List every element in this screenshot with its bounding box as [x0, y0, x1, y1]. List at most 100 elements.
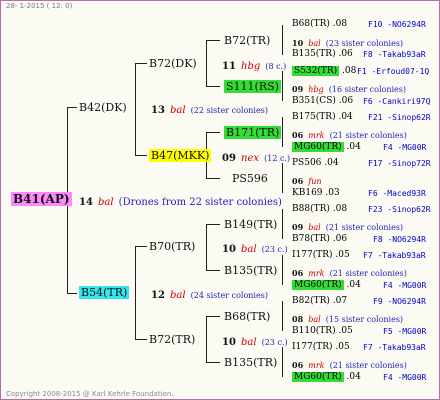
leaf-id-link[interactable]: F8 -Takab93aR	[363, 48, 426, 61]
leaf-value: .05	[335, 250, 350, 260]
leaf-colony[interactable]: B82(TR)	[292, 296, 330, 306]
l3-note: (21 sister colonies)	[329, 361, 407, 370]
l2-note: (12 c.)	[264, 154, 291, 163]
sire-bottom-count: 12	[151, 290, 165, 301]
leaf-colony[interactable]: PS506	[292, 158, 321, 168]
leaf-id-link[interactable]: F1 -Erfoud07-1Q	[357, 65, 429, 78]
l3-label: bal	[308, 39, 321, 48]
sire-bottom-note: (24 sister colonies)	[190, 291, 268, 300]
l2-label: bal	[241, 337, 257, 348]
leaf-colony[interactable]: B78(TR)	[292, 234, 330, 244]
l2-note: (23 c.)	[261, 338, 288, 347]
l2-count: 11	[222, 61, 236, 72]
leaf-id-link[interactable]: F6 -Cankiri97Q	[363, 95, 430, 108]
tree-line	[135, 246, 147, 247]
queen-ps596[interactable]: PS596	[232, 172, 268, 185]
root-colony[interactable]: B41(AP)	[11, 192, 72, 206]
leaf-colony[interactable]: B110(TR)	[292, 326, 336, 336]
leaf-id-link[interactable]: F7 -Takab93aR	[363, 249, 426, 262]
leaf-colony[interactable]: B175(TR)	[292, 112, 336, 122]
l2-count: 10	[222, 337, 236, 348]
leaf-id-link[interactable]: F9 -NO6294R	[373, 295, 426, 308]
root-count: 14	[79, 197, 93, 208]
tree-line	[206, 224, 220, 225]
leaf-colony[interactable]: I177(TR)	[292, 342, 333, 352]
timestamp: 28- 1-2015 ( 12: 0)	[6, 2, 73, 10]
l2-count: 09	[222, 153, 236, 164]
l3-note: (23 sister colonies)	[325, 39, 404, 48]
sire-top-note: (22 sister colonies)	[190, 106, 268, 115]
tree-line	[206, 132, 220, 133]
tree-line	[206, 316, 207, 362]
l3-note: (21 sister colonies)	[329, 269, 407, 278]
tree-line	[206, 40, 220, 41]
queen-b135tr[interactable]: B135(TR)	[224, 264, 277, 277]
leaf-id-link[interactable]: F23 -Sinop62R	[368, 203, 431, 216]
leaf-colony[interactable]: I177(TR)	[292, 250, 333, 260]
l3-count: 09	[292, 222, 304, 232]
l3-count: 06	[292, 268, 304, 278]
l3-count: 06	[292, 176, 304, 186]
leaf-colony[interactable]: B135(TR)	[292, 49, 336, 59]
leaf-colony[interactable]: S532(TR)	[292, 66, 340, 76]
leaf-value: .08	[332, 19, 348, 29]
tree-line	[135, 155, 147, 156]
sire-bottom[interactable]: B54(TR)	[79, 286, 130, 299]
queen-b68tr[interactable]: B68(TR)	[224, 310, 270, 323]
leaf-id-link[interactable]: F10 -NO6294R	[368, 18, 426, 31]
queen-s111rs[interactable]: S111(RS)	[224, 80, 281, 93]
leaf-value: .04	[346, 372, 361, 382]
tree-line	[282, 209, 283, 239]
queen-b72dk[interactable]: B72(DK)	[149, 57, 197, 70]
leaf-colony[interactable]: MG60(TR)	[292, 142, 344, 152]
tree-line	[135, 339, 147, 340]
queen-b149tr[interactable]: B149(TR)	[224, 218, 277, 231]
leaf-id-link[interactable]: F4 -MG00R	[383, 371, 426, 384]
tree-line	[282, 301, 283, 331]
queen-b47mkk[interactable]: B47(MKK)	[149, 149, 212, 162]
leaf-id-link[interactable]: F8 -NO6294R	[373, 233, 426, 246]
queen-b171tr[interactable]: B171(TR)	[224, 126, 282, 139]
queen-b72tr[interactable]: B72(TR)	[224, 34, 270, 47]
queen-b70tr[interactable]: B70(TR)	[149, 240, 195, 253]
leaf-value: .04	[346, 280, 361, 290]
tree-line	[135, 63, 147, 64]
l3-note: (15 sister colonies)	[325, 315, 404, 324]
leaf-colony[interactable]: B351(CS)	[292, 96, 336, 106]
leaf-colony[interactable]: MG60(TR)	[292, 280, 344, 290]
l3-count: 08	[292, 314, 304, 324]
leaf-colony[interactable]: B68(TR)	[292, 19, 330, 29]
l2-count: 10	[222, 244, 236, 255]
tree-line	[206, 224, 207, 270]
leaf-value: .04	[346, 142, 361, 152]
l3-label: mrk	[308, 361, 325, 370]
l3-count: 10	[292, 38, 304, 48]
leaf-id-link[interactable]: F4 -MG00R	[383, 141, 426, 154]
queen-b72tr[interactable]: B72(TR)	[149, 333, 195, 346]
leaf-id-link[interactable]: F7 -Takab93aR	[363, 341, 426, 354]
l3-note: (16 sister colonies)	[328, 85, 407, 94]
sire-top-label: bal	[170, 105, 186, 116]
leaf-value: .08	[332, 204, 348, 214]
leaf-colony[interactable]: B88(TR)	[292, 204, 330, 214]
copyright-footer: Copyright 2008-2015 @ Karl Kehrle Founda…	[6, 390, 174, 398]
leaf-id-link[interactable]: F17 -Sinop72R	[368, 157, 431, 170]
l3-note: (21 sister colonies)	[329, 131, 407, 140]
tree-line	[206, 86, 220, 87]
leaf-id-link[interactable]: F21 -Sinop62R	[368, 111, 431, 124]
leaf-id-link[interactable]: F5 -MG00R	[383, 325, 426, 338]
tree-line	[282, 25, 283, 55]
leaf-value: .04	[324, 158, 339, 168]
leaf-colony[interactable]: KB169	[292, 188, 323, 198]
leaf-id-link[interactable]: F4 -MG00R	[383, 279, 426, 292]
l2-note: (8 c.)	[265, 62, 287, 71]
leaf-value: .06	[338, 49, 353, 59]
tree-line	[282, 255, 283, 285]
tree-line	[206, 270, 220, 271]
leaf-colony[interactable]: MG60(TR)	[292, 372, 344, 382]
l3-note: (21 sister colonies)	[325, 223, 404, 232]
leaf-id-link[interactable]: F6 -Maced93R	[368, 187, 426, 200]
sire-top[interactable]: B42(DK)	[79, 101, 127, 114]
queen-b135tr[interactable]: B135(TR)	[224, 356, 277, 369]
root-label: bal	[98, 197, 114, 208]
